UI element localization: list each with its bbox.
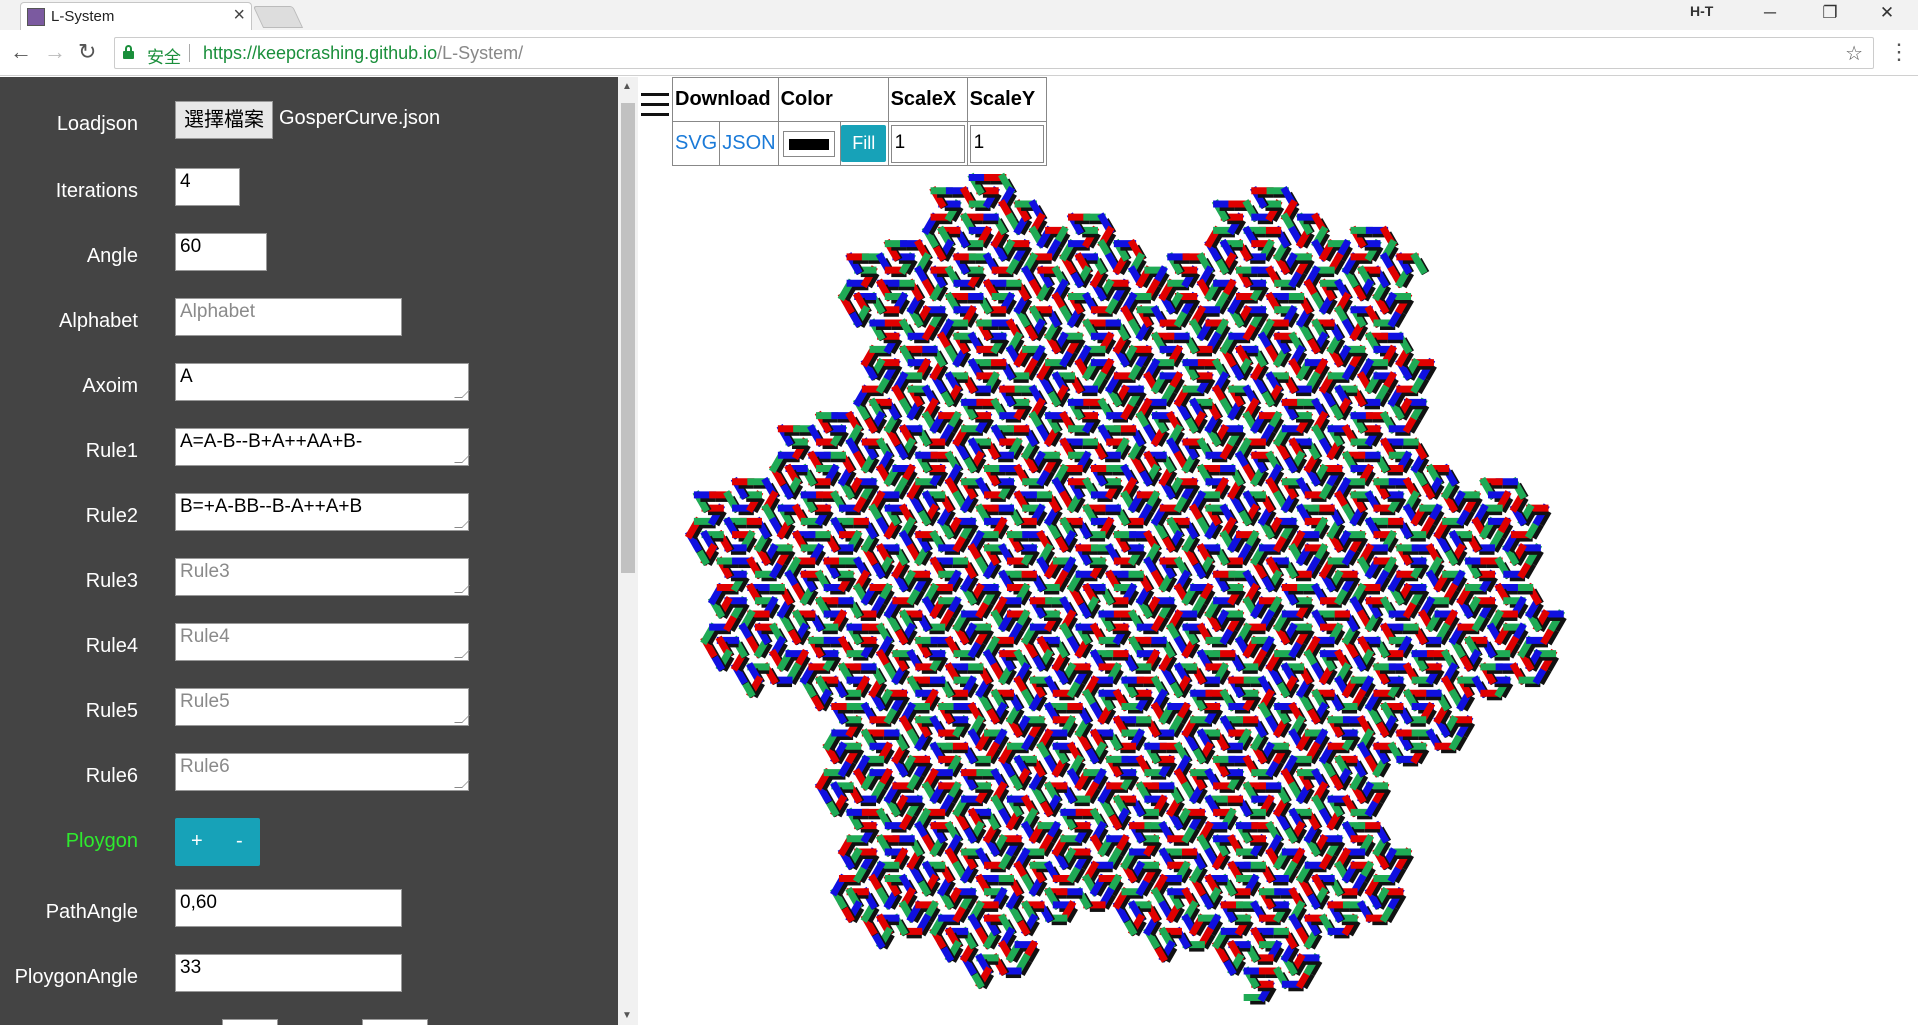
rule1-label: Rule1 <box>85 440 138 462</box>
scroll-up-arrow[interactable]: ▲ <box>622 81 632 92</box>
rule6-row: Rule6 Rule6 <box>0 753 618 793</box>
scalex-header: ScaleX <box>887 77 968 122</box>
close-window-icon[interactable]: ✕ <box>1862 0 1912 28</box>
ploygonangle-label: PloygonAngle <box>14 966 138 988</box>
favicon-icon <box>27 8 45 26</box>
rule1-row: Rule1 A=A-B--B+A++AA+B- <box>0 428 618 468</box>
rule5-row: Rule5 Rule5 <box>0 688 618 728</box>
forward-icon[interactable]: → <box>44 39 66 65</box>
axiom-textarea[interactable]: A <box>175 363 469 401</box>
loadjson-row: Loadjson 選擇檔案 GosperCurve.json <box>0 101 618 141</box>
iterations-row: Iterations 4 <box>0 168 618 208</box>
choose-file-button[interactable]: 選擇檔案 <box>175 101 273 139</box>
chosen-file-name: GosperCurve.json <box>279 107 441 129</box>
rule1-textarea[interactable]: A=A-B--B+A++AA+B- <box>175 428 469 466</box>
remove-polygon-button[interactable]: - <box>236 830 243 853</box>
loadjson-label: Loadjson <box>56 113 138 135</box>
back-icon[interactable]: ← <box>10 39 32 65</box>
rule5-textarea[interactable]: Rule5 <box>175 688 469 726</box>
ploygon-label: Ploygon <box>65 830 138 852</box>
angle-input[interactable]: 60 <box>175 233 267 271</box>
add-polygon-button[interactable]: + <box>191 830 203 853</box>
minimize-icon[interactable]: ─ <box>1745 0 1795 28</box>
rule2-textarea[interactable]: B=+A-BB--B-A++A+B <box>175 493 469 531</box>
alphabet-input[interactable]: Alphabet <box>175 298 402 336</box>
browser-tab-bar: L-System × H-T ─ ❐ ✕ <box>0 0 1918 30</box>
rule4-row: Rule4 Rule4 <box>0 623 618 663</box>
ploygonangle-row: PloygonAngle 33 <box>0 954 618 994</box>
angle-row: Angle 60 <box>0 233 618 273</box>
bookmark-star-icon[interactable]: ☆ <box>1845 41 1863 66</box>
pathangle-input[interactable]: 0,60 <box>175 889 402 927</box>
extra-field-2[interactable] <box>362 1019 428 1025</box>
pathangle-row: PathAngle 0,60 <box>0 889 618 929</box>
rule3-row: Rule3 Rule3 <box>0 558 618 598</box>
extra-field-1[interactable] <box>222 1019 278 1025</box>
axiom-label: Axoim <box>82 375 138 397</box>
rule3-label: Rule3 <box>85 570 138 592</box>
panel-scrollbar[interactable]: ▲ ▼ <box>618 77 638 1025</box>
tab-close-icon[interactable]: × <box>233 4 245 27</box>
angle-label: Angle <box>86 245 138 267</box>
color-swatch <box>788 138 829 150</box>
scroll-down-arrow[interactable]: ▼ <box>622 1010 632 1021</box>
rule3-textarea[interactable]: Rule3 <box>175 558 469 596</box>
scrollbar-thumb[interactable] <box>621 103 635 573</box>
secure-label: 安全 <box>147 48 181 67</box>
download-header: Download <box>672 77 779 122</box>
ploygonangle-input[interactable]: 33 <box>175 954 402 992</box>
rule4-textarea[interactable]: Rule4 <box>175 623 469 661</box>
address-bar: ← → ↻ 安全 https://keepcrashing.github.io/… <box>0 30 1918 76</box>
url-text: https://keepcrashing.github.io/L-System/ <box>203 43 524 63</box>
alphabet-label: Alphabet <box>59 310 138 332</box>
color-header: Color <box>777 77 889 122</box>
restore-icon[interactable]: ❐ <box>1805 0 1855 28</box>
reload-icon[interactable]: ↻ <box>78 39 96 65</box>
omnibox-divider <box>189 44 190 62</box>
gosper-curve <box>684 172 1567 1005</box>
window-user-label: H-T <box>1690 3 1714 19</box>
new-tab-button[interactable] <box>252 6 304 28</box>
pathangle-label: PathAngle <box>45 901 138 923</box>
control-panel: Loadjson 選擇檔案 GosperCurve.json Iteration… <box>0 77 618 1025</box>
url-field[interactable]: 安全 https://keepcrashing.github.io/L-Syst… <box>114 37 1874 69</box>
rule4-label: Rule4 <box>85 635 138 657</box>
lock-icon <box>123 45 134 59</box>
rule5-label: Rule5 <box>85 700 138 722</box>
ploygon-button-group: + - <box>175 818 260 866</box>
iterations-input[interactable]: 4 <box>175 168 240 206</box>
hamburger-menu-icon[interactable] <box>641 93 669 121</box>
tab-title: L-System <box>51 8 115 25</box>
rule6-label: Rule6 <box>85 765 138 787</box>
alphabet-row: Alphabet Alphabet <box>0 298 618 338</box>
scaley-header: ScaleY <box>966 77 1047 122</box>
browser-tab[interactable]: L-System × <box>20 2 252 30</box>
ploygon-row: Ploygon + - <box>0 818 618 868</box>
rule2-row: Rule2 B=+A-BB--B-A++A+B <box>0 493 618 533</box>
browser-menu-icon[interactable]: ⋮ <box>1888 39 1910 65</box>
rule6-textarea[interactable]: Rule6 <box>175 753 469 791</box>
iterations-label: Iterations <box>55 180 138 202</box>
lsystem-canvas <box>684 172 1567 1005</box>
rule2-label: Rule2 <box>85 505 138 527</box>
axiom-row: Axoim A <box>0 363 618 403</box>
